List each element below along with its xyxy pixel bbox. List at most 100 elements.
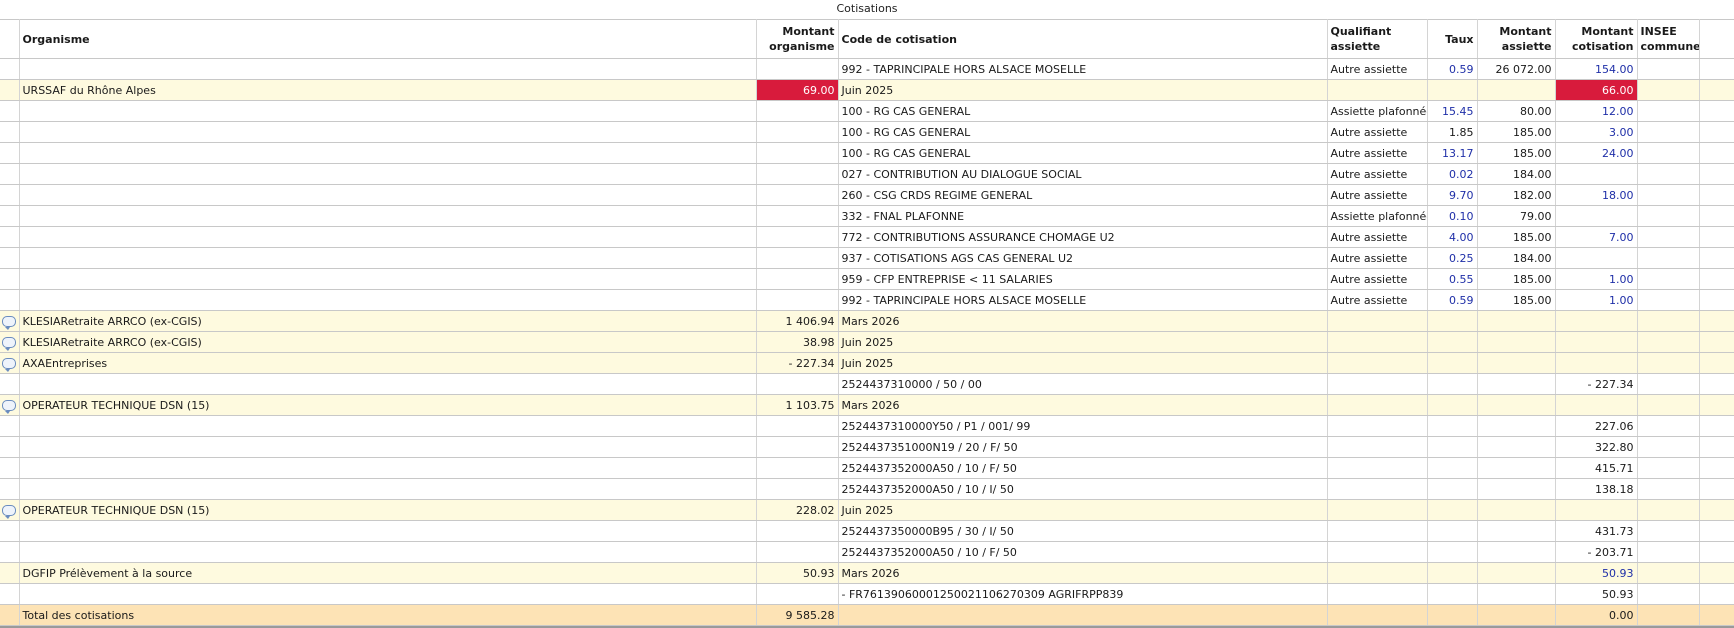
organisme-row[interactable]: OPERATEUR TECHNIQUE DSN (15) 228.02 Juin 2… <box>0 499 1734 521</box>
insee-commune-cell <box>1637 289 1700 311</box>
header-montant-organisme[interactable]: Montant organisme <box>756 19 839 59</box>
row-icon-cell <box>0 457 20 479</box>
organisme-cell <box>19 415 757 437</box>
cotisation-line-row[interactable]: 2524437310000Y50 / P1 / 001/ 99 227.06 <box>0 415 1734 437</box>
header-montant-cotisation[interactable]: Montant cotisation <box>1555 19 1638 59</box>
montant-assiette-cell <box>1477 562 1556 584</box>
code-cotisation-cell: 2524437350000B95 / 30 / I/ 50 <box>838 520 1328 542</box>
cotisation-line-row[interactable]: 2524437351000N19 / 20 / F/ 50 322.80 <box>0 436 1734 458</box>
organisme-cell: URSSAF du Rhône Alpes <box>19 79 757 101</box>
cotisation-line-row[interactable]: 2524437352000A50 / 10 / F/ 50 415.71 <box>0 457 1734 479</box>
cotisation-line-row[interactable]: 2524437310000 / 50 / 00 - 227.34 <box>0 373 1734 395</box>
code-cotisation-cell: 2524437352000A50 / 10 / F/ 50 <box>838 457 1328 479</box>
organisme-cell: KLESIARetraite ARRCO (ex-CGIS) <box>19 310 757 332</box>
montant-organisme-cell <box>756 100 839 122</box>
header-qualifiant-assiette[interactable]: Qualifiant assiette <box>1327 19 1428 59</box>
filler-cell <box>1699 436 1734 458</box>
organisme-row[interactable]: KLESIARetraite ARRCO (ex-CGIS) 38.98 Juin … <box>0 331 1734 353</box>
montant-assiette-cell <box>1477 310 1556 332</box>
montant-assiette-cell: 182.00 <box>1477 184 1556 206</box>
comment-icon[interactable] <box>2 400 17 414</box>
taux-cell <box>1427 541 1478 563</box>
insee-commune-cell <box>1637 268 1700 290</box>
qualifiant-assiette-cell <box>1327 583 1428 605</box>
montant-assiette-cell: 185.00 <box>1477 226 1556 248</box>
header-montant-assiette[interactable]: Montant assiette <box>1477 19 1556 59</box>
header-organisme[interactable]: Organisme <box>19 19 757 59</box>
qualifiant-assiette-cell: Autre assiette <box>1327 289 1428 311</box>
montant-organisme-cell <box>756 184 839 206</box>
organisme-cell <box>19 247 757 269</box>
insee-commune-cell <box>1637 604 1700 626</box>
header-insee-commune[interactable]: INSEE commune <box>1637 19 1700 59</box>
cotisation-line-row[interactable]: 100 - RG CAS GENERAL Assiette plafonnée 15… <box>0 100 1734 122</box>
cotisation-line-row[interactable]: 772 - CONTRIBUTIONS ASSURANCE CHOMAGE U2… <box>0 226 1734 248</box>
cotisation-line-row[interactable]: 992 - TAPRINCIPALE HORS ALSACE MOSELLE Au… <box>0 289 1734 311</box>
cotisation-line-row[interactable]: 260 - CSG CRDS REGIME GENERAL Autre assie… <box>0 184 1734 206</box>
comment-icon[interactable] <box>2 505 17 519</box>
organisme-cell: OPERATEUR TECHNIQUE DSN (15) <box>19 394 757 416</box>
organisme-cell: DGFIP Prélèvement à la source <box>19 562 757 584</box>
qualifiant-assiette-cell <box>1327 520 1428 542</box>
montant-cotisation-cell: 322.80 <box>1555 436 1638 458</box>
qualifiant-assiette-cell <box>1327 394 1428 416</box>
comment-icon[interactable] <box>2 358 17 372</box>
organisme-row[interactable]: DGFIP Prélèvement à la source 50.93 Mars 2… <box>0 562 1734 584</box>
organisme-row[interactable]: URSSAF du Rhône Alpes 69.00 Juin 2025 66.00 <box>0 79 1734 101</box>
cotisation-line-row[interactable]: 100 - RG CAS GENERAL Autre assiette 13.17 1… <box>0 142 1734 164</box>
cotisation-line-row[interactable]: 2524437352000A50 / 10 / I/ 50 138.18 <box>0 478 1734 500</box>
organisme-row[interactable]: AXAEntreprises - 227.34 Juin 2025 <box>0 352 1734 374</box>
row-icon-cell[interactable] <box>0 499 20 521</box>
qualifiant-assiette-cell: Autre assiette <box>1327 226 1428 248</box>
cotisation-line-row[interactable]: 2524437350000B95 / 30 / I/ 50 431.73 <box>0 520 1734 542</box>
taux-cell <box>1427 79 1478 101</box>
header-taux[interactable]: Taux <box>1427 19 1478 59</box>
table-body: 992 - TAPRINCIPALE HORS ALSACE MOSELLE Au… <box>0 58 1734 626</box>
qualifiant-assiette-cell: Autre assiette <box>1327 268 1428 290</box>
montant-cotisation-cell: 415.71 <box>1555 457 1638 479</box>
taux-cell <box>1427 562 1478 584</box>
total-row[interactable]: Total des cotisations 9 585.28 0.00 <box>0 604 1734 626</box>
cotisation-line-row[interactable]: 100 - RG CAS GENERAL Autre assiette 1.85 18… <box>0 121 1734 143</box>
qualifiant-assiette-cell: Autre assiette <box>1327 58 1428 80</box>
row-icon-cell <box>0 478 20 500</box>
comment-icon[interactable] <box>2 337 17 351</box>
cotisation-line-row[interactable]: 959 - CFP ENTREPRISE < 11 SALARIES Autre … <box>0 268 1734 290</box>
organisme-cell <box>19 142 757 164</box>
filler-cell <box>1699 268 1734 290</box>
row-icon-cell[interactable] <box>0 394 20 416</box>
cotisation-line-row[interactable]: 2524437352000A50 / 10 / F/ 50 - 203.71 <box>0 541 1734 563</box>
montant-organisme-cell: 1 406.94 <box>756 310 839 332</box>
montant-assiette-cell: 185.00 <box>1477 289 1556 311</box>
row-icon-cell <box>0 562 20 584</box>
code-cotisation-cell: 2524437352000A50 / 10 / F/ 50 <box>838 541 1328 563</box>
taux-cell: 13.17 <box>1427 142 1478 164</box>
row-icon-cell <box>0 142 20 164</box>
cotisation-line-row[interactable]: 027 - CONTRIBUTION AU DIALOGUE SOCIAL Aut… <box>0 163 1734 185</box>
row-icon-cell[interactable] <box>0 310 20 332</box>
filler-cell <box>1699 478 1734 500</box>
qualifiant-assiette-cell <box>1327 436 1428 458</box>
insee-commune-cell <box>1637 100 1700 122</box>
montant-cotisation-cell <box>1555 499 1638 521</box>
organisme-cell <box>19 184 757 206</box>
cotisation-line-row[interactable]: 992 - TAPRINCIPALE HORS ALSACE MOSELLE Au… <box>0 58 1734 80</box>
filler-cell <box>1699 163 1734 185</box>
row-icon-cell[interactable] <box>0 331 20 353</box>
row-icon-cell[interactable] <box>0 352 20 374</box>
insee-commune-cell <box>1637 499 1700 521</box>
organisme-row[interactable]: KLESIARetraite ARRCO (ex-CGIS) 1 406.94 Ma… <box>0 310 1734 332</box>
cotisation-line-row[interactable]: 937 - COTISATIONS AGS CAS GENERAL U2 Autr… <box>0 247 1734 269</box>
cotisation-line-row[interactable]: 332 - FNAL PLAFONNE Assiette plafonnée 0.1… <box>0 205 1734 227</box>
filler-cell <box>1699 205 1734 227</box>
montant-organisme-cell: 50.93 <box>756 562 839 584</box>
insee-commune-cell <box>1637 184 1700 206</box>
cotisation-line-row[interactable]: - FR7613906000125002110627030​9 AGRIFRPP… <box>0 583 1734 605</box>
montant-organisme-cell <box>756 478 839 500</box>
organisme-row[interactable]: OPERATEUR TECHNIQUE DSN (15) 1 103.75 Mars… <box>0 394 1734 416</box>
header-code-cotisation[interactable]: Code de cotisation <box>838 19 1328 59</box>
taux-cell: 1.85 <box>1427 121 1478 143</box>
comment-icon[interactable] <box>2 316 17 330</box>
qualifiant-assiette-cell: Assiette plafonnée <box>1327 100 1428 122</box>
insee-commune-cell <box>1637 58 1700 80</box>
